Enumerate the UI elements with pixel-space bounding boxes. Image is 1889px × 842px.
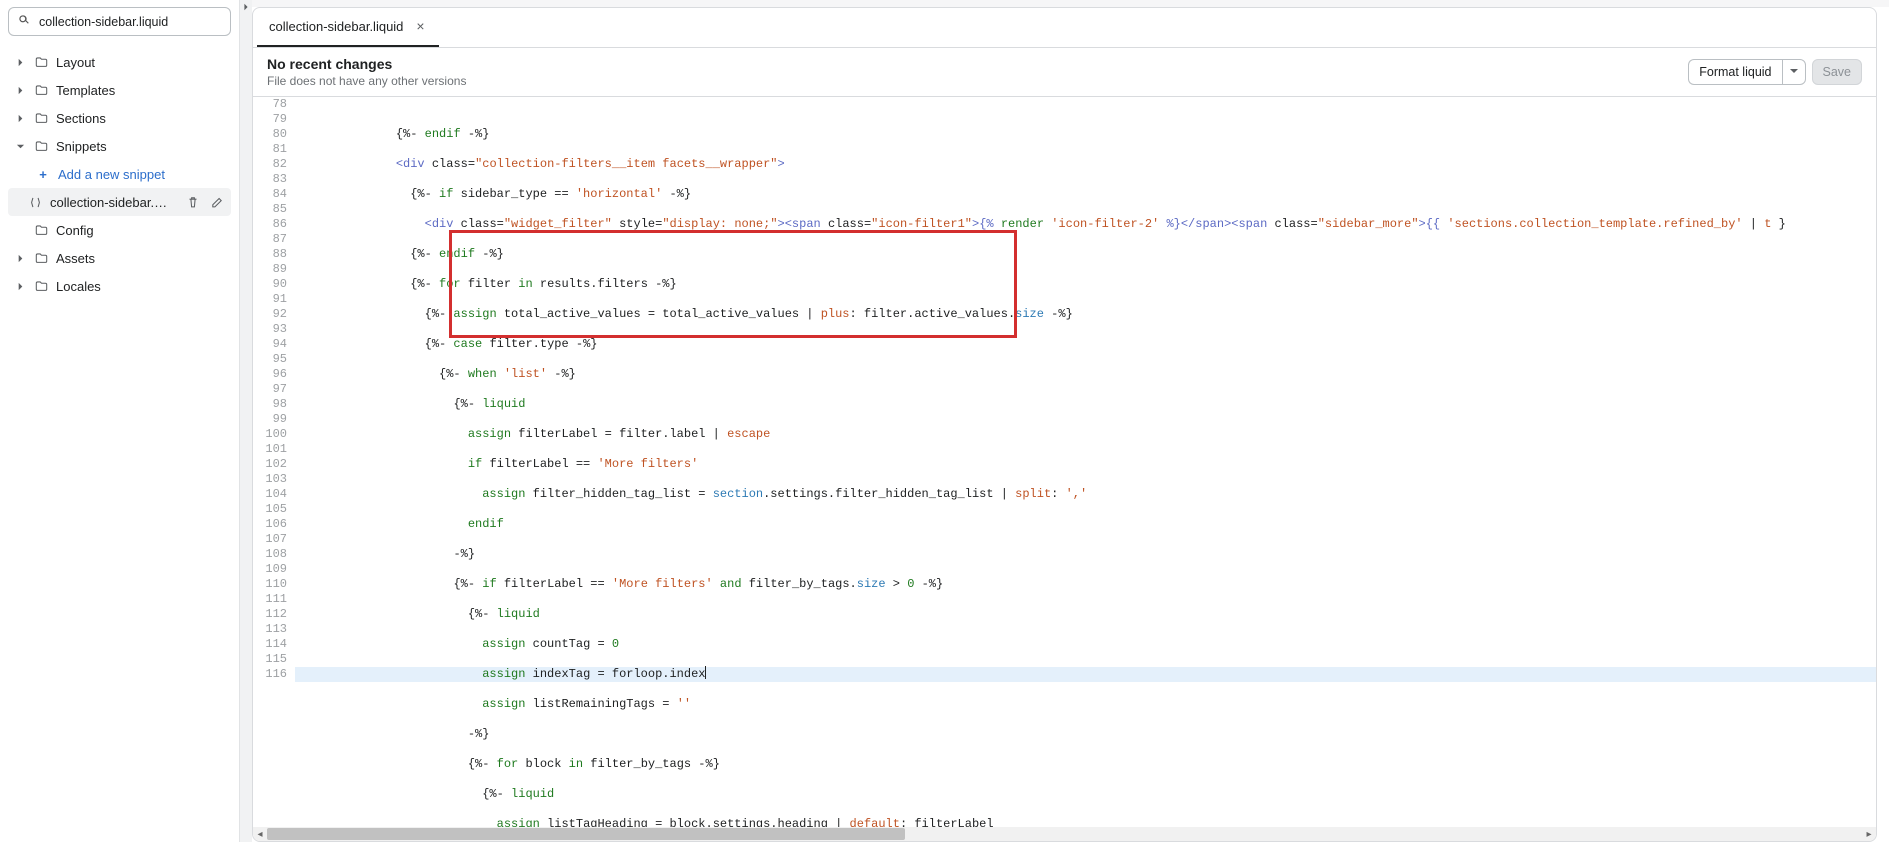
code-editor[interactable]: 7879808182838485868788899091929394959697… — [253, 97, 1876, 827]
rename-icon[interactable] — [209, 193, 225, 211]
horizontal-scrollbar[interactable]: ◂ ▸ — [253, 827, 1876, 841]
search-input[interactable] — [37, 14, 222, 30]
folder-snippets[interactable]: Snippets — [8, 132, 231, 160]
folder-icon — [34, 279, 48, 293]
meta-title: No recent changes — [267, 56, 466, 72]
editor-panel: collection-sidebar.liquid × No recent ch… — [252, 0, 1889, 842]
chevron-right-icon — [14, 84, 26, 96]
scroll-left-icon[interactable]: ◂ — [253, 827, 267, 841]
line-gutter: 7879808182838485868788899091929394959697… — [253, 97, 295, 827]
file-collection-sidebar[interactable]: collection-sidebar.liquid — [8, 188, 231, 216]
chevron-down-icon — [1789, 66, 1799, 76]
search-icon — [17, 13, 31, 30]
file-label: collection-sidebar.liquid — [50, 195, 169, 210]
scroll-right-icon[interactable]: ▸ — [1862, 827, 1876, 841]
chevron-right-icon — [14, 56, 26, 68]
folder-sections[interactable]: Sections — [8, 104, 231, 132]
folder-label: Config — [56, 223, 94, 238]
folder-icon — [34, 251, 48, 265]
chevron-right-icon — [14, 252, 26, 264]
scrollbar-thumb[interactable] — [267, 828, 905, 840]
folder-config[interactable]: Config — [8, 216, 231, 244]
text-cursor — [705, 666, 706, 679]
chevron-right-icon — [14, 280, 26, 292]
plus-icon: + — [36, 167, 50, 181]
meta-subtitle: File does not have any other versions — [267, 74, 466, 88]
folder-icon — [34, 55, 48, 69]
liquid-file-icon — [28, 195, 42, 209]
code-area[interactable]: {%- endif -%} <div class="collection-fil… — [295, 97, 1876, 827]
folder-icon — [34, 83, 48, 97]
file-meta-bar: No recent changes File does not have any… — [253, 48, 1876, 97]
file-sidebar: Layout Templates Sections Snippets + Add… — [0, 0, 240, 842]
folder-assets[interactable]: Assets — [8, 244, 231, 272]
tab-label: collection-sidebar.liquid — [269, 19, 403, 34]
folder-icon — [34, 139, 48, 153]
folder-label: Templates — [56, 83, 115, 98]
folder-label: Snippets — [56, 139, 107, 154]
folder-label: Layout — [56, 55, 95, 70]
folder-locales[interactable]: Locales — [8, 272, 231, 300]
folder-label: Assets — [56, 251, 95, 266]
file-tree: Layout Templates Sections Snippets + Add… — [8, 42, 231, 300]
save-button[interactable]: Save — [1812, 59, 1863, 85]
folder-icon — [34, 111, 48, 125]
folder-label: Sections — [56, 111, 106, 126]
tab-collection-sidebar[interactable]: collection-sidebar.liquid × — [257, 7, 439, 47]
format-button[interactable]: Format liquid — [1688, 59, 1781, 85]
sidebar-resize-handle[interactable] — [240, 0, 252, 842]
add-label: Add a new snippet — [58, 167, 165, 182]
folder-icon — [34, 223, 48, 237]
delete-icon[interactable] — [185, 193, 201, 211]
tab-bar: collection-sidebar.liquid × — [253, 8, 1876, 48]
close-icon[interactable]: × — [413, 19, 427, 33]
format-button-group: Format liquid — [1688, 59, 1805, 85]
folder-label: Locales — [56, 279, 101, 294]
chevron-right-icon — [14, 112, 26, 124]
search-input-wrap[interactable] — [8, 7, 231, 36]
format-dropdown[interactable] — [1782, 59, 1806, 85]
folder-layout[interactable]: Layout — [8, 48, 231, 76]
add-new-snippet[interactable]: + Add a new snippet — [8, 160, 231, 188]
folder-templates[interactable]: Templates — [8, 76, 231, 104]
chevron-down-icon — [14, 140, 26, 152]
